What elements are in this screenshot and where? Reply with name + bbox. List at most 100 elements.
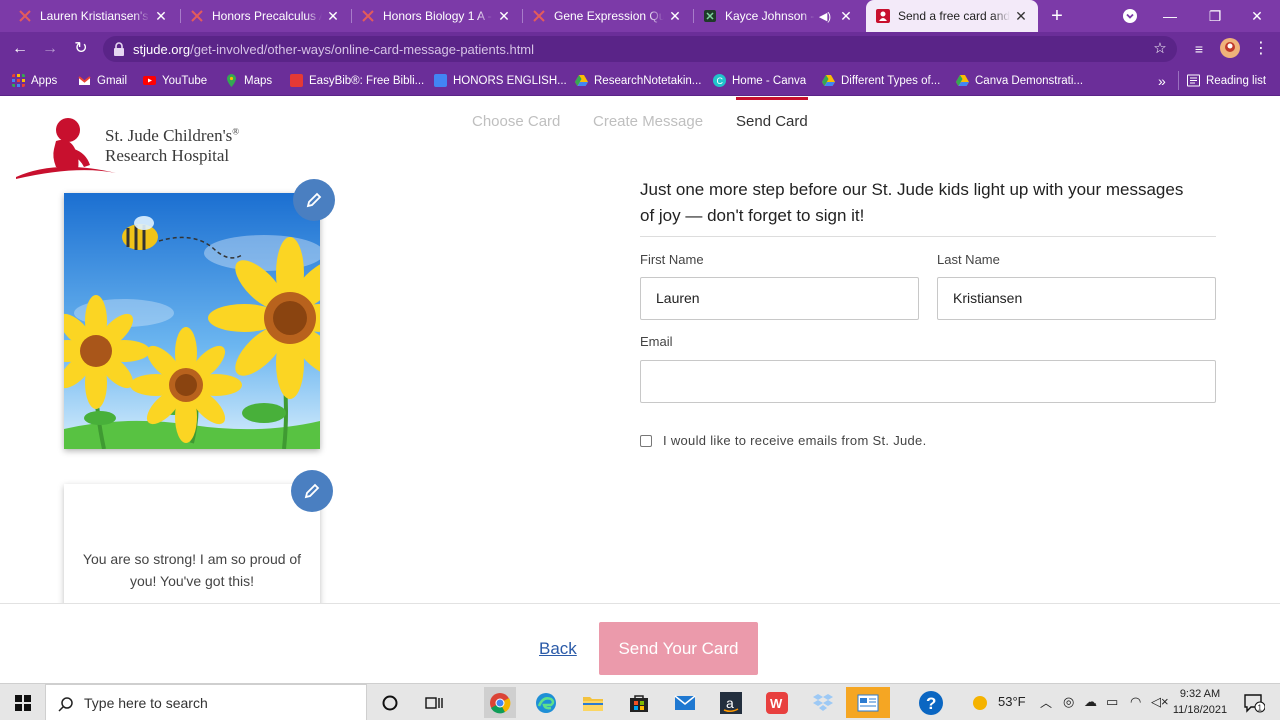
notification-center-icon[interactable]: 1 — [1238, 687, 1270, 718]
tab-favicon-icon — [533, 10, 545, 22]
restore-icon[interactable]: ❐ — [1195, 0, 1235, 32]
svg-text:C: C — [717, 76, 724, 86]
action-footer: Back Send Your Card — [0, 603, 1280, 683]
speaker-icon[interactable]: ◀︎) — [819, 10, 831, 23]
tab-gene-expression[interactable]: Gene Expression Quick ✕ — [522, 0, 692, 32]
back-arrow-icon[interactable]: ← — [9, 38, 31, 60]
task-view-icon[interactable] — [418, 687, 450, 718]
bookmark-canva-demonstration[interactable]: Canva Demonstrati... — [956, 71, 1083, 90]
more-menu-icon[interactable]: ⋮ — [1250, 38, 1272, 60]
tab-close-icon[interactable]: ✕ — [497, 9, 511, 23]
search-icon — [58, 697, 73, 712]
last-name-label: Last Name — [937, 252, 1000, 267]
bookmark-different-types[interactable]: Different Types of... — [822, 71, 940, 90]
tab-kayce-johnson[interactable]: Kayce Johnson - S ◀︎) ✕ — [693, 0, 863, 32]
weather-sun-icon[interactable] — [964, 687, 996, 718]
edit-message-button[interactable] — [291, 470, 333, 512]
amazon-icon[interactable]: a — [715, 687, 747, 718]
bookmark-easybib[interactable]: EasyBib®: Free Bibli... — [290, 71, 424, 90]
bookmark-label: Canva Demonstrati... — [975, 74, 1084, 87]
reload-icon[interactable]: ↻ — [70, 38, 92, 60]
tab-close-icon[interactable]: ✕ — [1014, 9, 1028, 23]
step-send-card[interactable]: Send Card — [736, 113, 808, 130]
edit-card-image-button[interactable] — [293, 179, 335, 221]
tab-send-free-card[interactable]: Send a free card and m ✕ — [866, 0, 1038, 32]
send-your-card-button[interactable]: Send Your Card — [599, 622, 758, 675]
bookmark-label: Different Types of... — [841, 74, 941, 87]
profile-avatar[interactable] — [1219, 38, 1241, 60]
email-optin-checkbox[interactable] — [640, 435, 652, 447]
email-input[interactable] — [640, 360, 1216, 403]
url-text: stjude.org/get-involved/other-ways/onlin… — [133, 42, 534, 57]
stjude-logo[interactable]: St. Jude Children's® Research Hospital — [16, 113, 246, 179]
apps-grid-icon — [12, 74, 25, 87]
weather-temperature[interactable]: 53°F — [998, 694, 1026, 709]
wifi-icon[interactable]: ◠ — [1130, 694, 1141, 710]
help-icon[interactable]: ? — [915, 687, 947, 718]
bookmark-researchnotetaking[interactable]: ResearchNotetakin... — [575, 71, 701, 90]
bookmark-label: Apps — [31, 74, 58, 87]
bookmark-label: Maps — [244, 74, 273, 87]
tab-close-icon[interactable]: ✕ — [326, 9, 340, 23]
step-create-message[interactable]: Create Message — [593, 113, 703, 130]
bookmark-home-canva[interactable]: C Home - Canva — [713, 71, 806, 90]
tab-close-icon[interactable]: ✕ — [839, 9, 853, 23]
bookmark-star-icon[interactable]: ☆ — [1149, 38, 1171, 60]
active-step-indicator — [736, 97, 808, 100]
windows-logo-icon — [14, 694, 31, 711]
logo-line2: Research Hospital — [105, 146, 230, 165]
microsoft-store-icon[interactable] — [623, 687, 655, 718]
clock-time: 9:32 AM — [1179, 688, 1221, 700]
highlighted-app-icon[interactable] — [846, 687, 890, 718]
tab-close-icon[interactable]: ✕ — [668, 9, 682, 23]
tab-title: Honors Biology 1 A - 8 — [383, 9, 493, 23]
first-name-input[interactable]: Lauren — [640, 277, 919, 320]
back-link[interactable]: Back — [539, 639, 577, 659]
last-name-input[interactable]: Kristiansen — [937, 277, 1216, 320]
bookmark-label: Home - Canva — [732, 74, 807, 87]
tab-title: Honors Precalculus A — [212, 9, 322, 23]
system-clock[interactable]: 9:32 AM 11/18/2021 — [1170, 686, 1230, 718]
windows-start-button[interactable] — [0, 684, 45, 720]
cortana-circle-icon[interactable] — [374, 687, 406, 718]
volume-icon[interactable]: ◁× — [1151, 694, 1169, 710]
google-drive-icon — [956, 75, 969, 86]
mail-icon[interactable] — [669, 687, 701, 718]
forward-arrow-icon[interactable]: → — [39, 38, 61, 60]
pencil-icon — [306, 192, 322, 208]
media-queue-icon[interactable]: ≡ — [1188, 38, 1210, 60]
bookmark-maps[interactable]: Maps — [225, 71, 272, 90]
bookmark-youtube[interactable]: YouTube — [143, 71, 207, 90]
sign-card-intro: Just one more step before our St. Jude k… — [640, 180, 1184, 225]
tab-honors-precalculus[interactable]: Honors Precalculus A ✕ — [180, 0, 350, 32]
sunflower-painting — [64, 193, 320, 449]
step-choose-card[interactable]: Choose Card — [472, 113, 560, 130]
onedrive-cloud-icon[interactable]: ☁ — [1084, 694, 1097, 710]
bookmark-gmail[interactable]: Gmail — [78, 71, 127, 90]
email-optin-label[interactable]: I would like to receive emails from St. … — [663, 433, 927, 448]
reading-list-button[interactable]: Reading list — [1178, 71, 1266, 90]
pencil-icon — [304, 483, 320, 499]
edge-taskbar-icon[interactable] — [530, 687, 562, 718]
maps-pin-icon — [227, 74, 236, 87]
new-tab-plus-icon[interactable]: + — [1047, 6, 1067, 26]
dropbox-icon[interactable] — [807, 687, 839, 718]
chrome-taskbar-icon[interactable] — [484, 687, 516, 718]
bookmarks-overflow-icon[interactable]: » — [1158, 71, 1166, 90]
bookmark-apps[interactable]: Apps — [12, 71, 57, 90]
battery-icon[interactable]: ▭ — [1106, 694, 1118, 710]
address-bar[interactable]: stjude.org/get-involved/other-ways/onlin… — [103, 36, 1177, 62]
window-close-icon[interactable]: ✕ — [1237, 0, 1277, 32]
tab-lauren-kristiansen[interactable]: Lauren Kristiansen's H ✕ — [8, 0, 178, 32]
bookmark-honors-english[interactable]: HONORS ENGLISH... — [434, 71, 567, 90]
taskbar-search-box[interactable]: Type here to search — [45, 684, 367, 720]
tab-close-icon[interactable]: ✕ — [154, 9, 168, 23]
tab-honors-biology[interactable]: Honors Biology 1 A - 8 ✕ — [351, 0, 521, 32]
file-explorer-icon[interactable] — [577, 687, 609, 718]
tray-chevron-icon[interactable]: ︿ — [1040, 694, 1052, 711]
wps-office-icon[interactable]: W — [761, 687, 793, 718]
tab-search-chevron-icon[interactable] — [1110, 0, 1150, 32]
bookmark-label: HONORS ENGLISH... — [453, 74, 567, 87]
meet-now-icon[interactable]: ◎ — [1063, 694, 1074, 710]
minimize-icon[interactable]: — — [1150, 0, 1190, 32]
